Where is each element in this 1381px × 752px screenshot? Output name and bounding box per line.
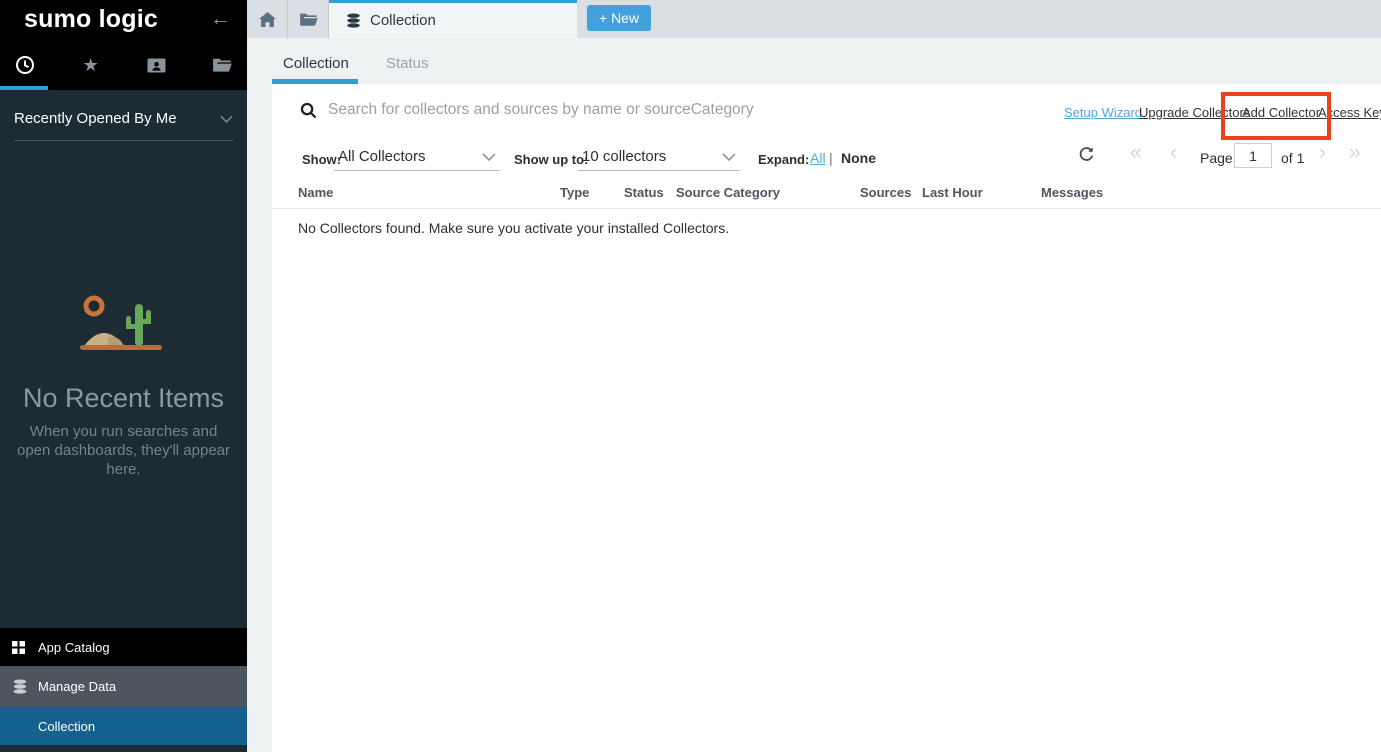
- chevron-down-icon: [220, 115, 233, 123]
- column-header-status[interactable]: Status: [624, 185, 664, 200]
- first-page-icon[interactable]: «: [1130, 141, 1142, 165]
- favorites-star-icon[interactable]: ★: [80, 54, 102, 76]
- prev-page-icon[interactable]: ‹: [1170, 141, 1177, 165]
- collection-panel: Setup Wizard Upgrade Collectors Add Coll…: [272, 84, 1381, 752]
- expand-none-link[interactable]: None: [841, 150, 876, 166]
- sidebar-nav: ★: [0, 54, 247, 76]
- sidebar-item-app-catalog[interactable]: App Catalog: [0, 628, 247, 666]
- show-collectors-select[interactable]: All Collectors: [334, 143, 500, 171]
- sidebar-item-label: Collection: [38, 719, 95, 734]
- expand-divider: |: [829, 150, 833, 166]
- sidebar-header: sumo logic ← ★: [0, 0, 247, 90]
- desert-cactus-illustration: [72, 292, 172, 361]
- sidebar-item-label: App Catalog: [38, 640, 110, 655]
- expand-label: Expand:: [758, 152, 809, 167]
- sidebar-bottom-strip: [0, 745, 247, 752]
- active-nav-indicator: [0, 86, 48, 90]
- subtab-status[interactable]: Status: [386, 55, 429, 72]
- chevron-down-icon: [482, 153, 496, 161]
- access-keys-link[interactable]: Access Keys: [1318, 105, 1381, 120]
- tab-label: Collection: [370, 12, 436, 29]
- main-area: Collection + New Collection Status Setup…: [247, 0, 1381, 752]
- column-header-name[interactable]: Name: [298, 185, 333, 200]
- sumo-logic-logo: sumo logic: [24, 5, 158, 34]
- limit-select[interactable]: 10 collectors: [578, 143, 740, 171]
- limit-value: 10 collectors: [582, 148, 666, 165]
- collapse-sidebar-icon[interactable]: ←: [210, 7, 231, 31]
- search-icon: [300, 102, 317, 124]
- column-header-last-hour[interactable]: Last Hour: [922, 185, 983, 200]
- page-number-input[interactable]: [1234, 143, 1272, 168]
- sidebar-bottom-menu: App Catalog Manage Data Collection: [0, 628, 247, 752]
- grid-icon: [12, 641, 28, 654]
- database-icon: [346, 13, 361, 29]
- column-header-sources[interactable]: Sources: [860, 185, 911, 200]
- column-header-type[interactable]: Type: [560, 185, 589, 200]
- next-page-icon[interactable]: ›: [1319, 141, 1326, 165]
- database-icon: [12, 679, 28, 695]
- setup-wizard-link[interactable]: Setup Wizard: [1064, 105, 1142, 120]
- chevron-down-icon: [722, 153, 736, 161]
- tab-collection[interactable]: Collection: [329, 0, 577, 38]
- last-page-icon[interactable]: »: [1349, 141, 1361, 165]
- library-tab-button[interactable]: [288, 0, 329, 38]
- new-button[interactable]: + New: [587, 5, 651, 31]
- home-icon: [259, 12, 276, 27]
- no-recent-items-title: No Recent Items: [0, 383, 247, 414]
- home-tab-button[interactable]: [247, 0, 288, 38]
- page-label: Page:: [1200, 150, 1237, 166]
- page-of-text: of 1: [1281, 150, 1304, 166]
- library-folder-icon[interactable]: [211, 54, 233, 76]
- show-collectors-value: All Collectors: [338, 148, 426, 165]
- table-header-divider: [272, 208, 1381, 209]
- recently-opened-label: Recently Opened By Me: [14, 110, 177, 127]
- sidebar: sumo logic ← ★ Recently Opened By Me: [0, 0, 247, 752]
- column-header-source-category[interactable]: Source Category: [676, 185, 780, 200]
- recently-opened-filter[interactable]: Recently Opened By Me: [14, 110, 233, 141]
- column-header-messages[interactable]: Messages: [1041, 185, 1103, 200]
- add-collector-link[interactable]: Add Collector: [1242, 105, 1320, 120]
- sidebar-item-label: Manage Data: [38, 679, 116, 694]
- recents-clock-icon[interactable]: [14, 54, 36, 76]
- sidebar-item-manage-data[interactable]: Manage Data: [0, 666, 247, 707]
- folder-icon: [299, 12, 318, 27]
- refresh-icon[interactable]: [1078, 146, 1095, 168]
- shared-contact-icon[interactable]: [145, 54, 167, 76]
- app-root: sumo logic ← ★ Recently Opened By Me: [0, 0, 1381, 752]
- subtab-collection[interactable]: Collection: [283, 55, 349, 72]
- top-tab-bar: Collection + New: [247, 0, 1381, 38]
- no-collectors-message: No Collectors found. Make sure you activ…: [298, 220, 729, 236]
- sidebar-item-collection[interactable]: Collection: [0, 707, 247, 745]
- search-input[interactable]: [328, 96, 948, 124]
- upgrade-collectors-link[interactable]: Upgrade Collectors: [1139, 105, 1250, 120]
- no-recent-items-subtitle: When you run searches and open dashboard…: [14, 422, 233, 479]
- expand-all-link[interactable]: All: [810, 150, 826, 166]
